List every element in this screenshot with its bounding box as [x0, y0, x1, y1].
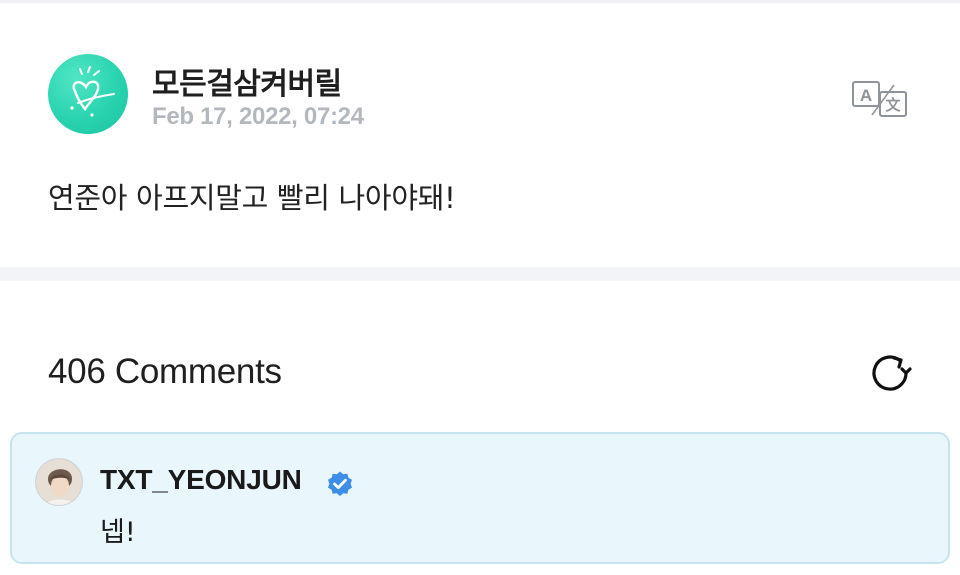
comments-count-header: 406 Comments	[48, 352, 282, 391]
comment-item: TXT_YEONJUN 넵!	[10, 432, 950, 564]
comment-text: 넵!	[100, 517, 136, 548]
translate-icon[interactable]: A 文	[850, 79, 910, 119]
refresh-icon[interactable]	[866, 349, 914, 397]
person-photo-icon	[36, 459, 82, 505]
post-content: 연준아 아프지말고 빨리 나아야돼!	[48, 181, 456, 215]
post-author[interactable]: 모든걸삼켜버릴	[152, 59, 342, 103]
heart-doodle-icon	[70, 66, 115, 117]
comment-author-avatar[interactable]	[35, 458, 83, 506]
section-divider	[0, 267, 960, 281]
post: 모든걸삼켜버릴 Feb 17, 2022, 07:24 A 文 연준아 아프지말…	[0, 3, 960, 267]
verified-badge-icon	[326, 470, 354, 498]
comment-author-name[interactable]: TXT_YEONJUN	[100, 464, 302, 496]
svg-text:文: 文	[885, 96, 901, 114]
author-avatar[interactable]	[48, 54, 128, 134]
post-date: Feb 17, 2022, 07:24	[152, 103, 364, 130]
svg-text:A: A	[860, 86, 872, 105]
